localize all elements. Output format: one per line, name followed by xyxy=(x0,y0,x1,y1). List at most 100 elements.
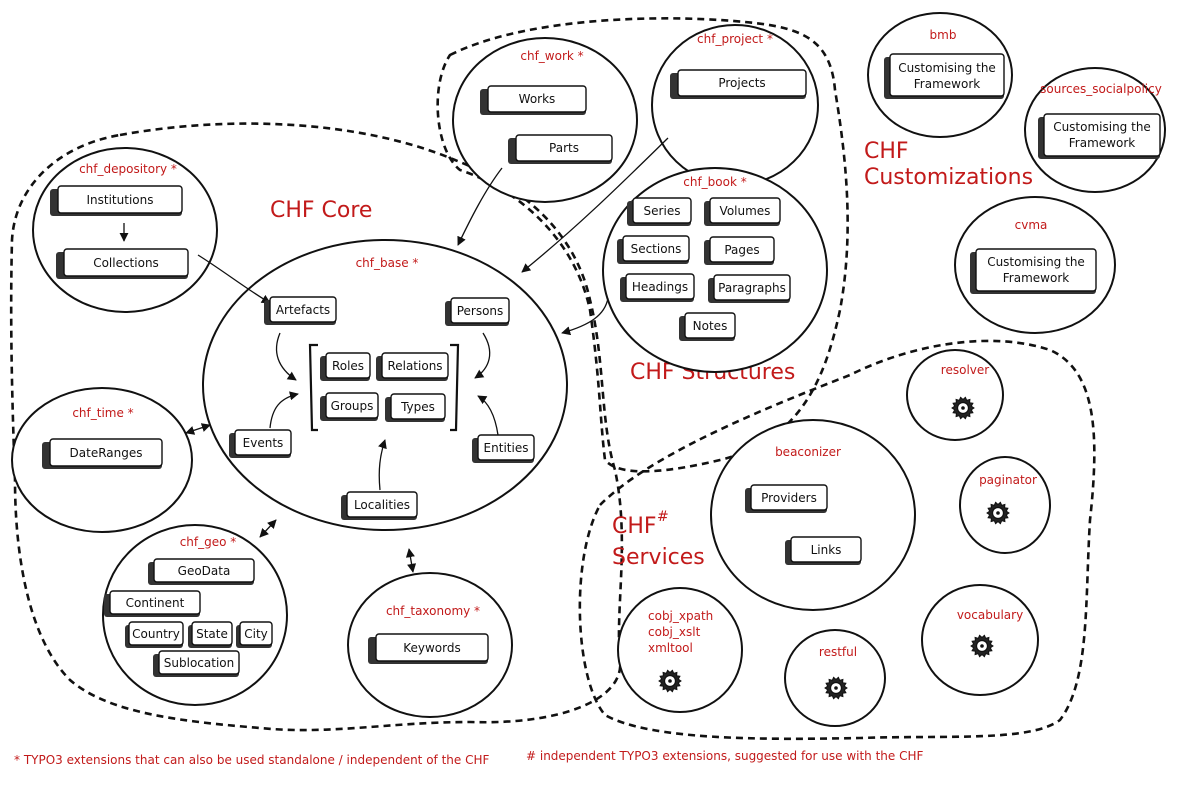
beaconizer-title: beaconizer xyxy=(775,445,841,459)
box-localities: Localities xyxy=(341,491,418,520)
restful-title: restful xyxy=(819,645,857,659)
box-bmb-line1: Customising the xyxy=(898,61,996,75)
customizations-title-line2: Customizations xyxy=(864,165,1033,190)
box-relations-label: Relations xyxy=(387,359,442,373)
box-types-label: Types xyxy=(400,400,435,414)
box-city: City xyxy=(236,621,273,648)
chf-depository-title: chf_depository * xyxy=(79,162,177,176)
box-cvma-line1: Customising the xyxy=(987,255,1085,269)
arrow-book-base xyxy=(561,297,609,336)
box-dateranges: DateRanges xyxy=(42,438,163,469)
box-types: Types xyxy=(385,393,446,422)
box-persons-label: Persons xyxy=(457,304,504,318)
cobj-title-line2: cobj_xslt xyxy=(648,625,701,639)
box-notes-label: Notes xyxy=(693,319,728,333)
box-geodata: GeoData xyxy=(148,558,255,585)
box-geodata-label: GeoData xyxy=(178,564,231,578)
box-institutions-label: Institutions xyxy=(87,193,154,207)
box-keywords-label: Keywords xyxy=(403,641,461,655)
box-pages: Pages xyxy=(704,236,775,265)
box-sublocation-label: Sublocation xyxy=(164,656,234,670)
box-roles: Roles xyxy=(320,352,371,381)
cobj-title-line1: cobj_xpath xyxy=(648,609,713,623)
box-sources-line2: Framework xyxy=(1069,136,1135,150)
footnote-independent: # independent TYPO3 extensions, suggeste… xyxy=(526,749,924,763)
customizations-title-line1: CHF xyxy=(864,139,909,164)
chf-project-circle xyxy=(651,24,819,186)
box-entities: Entities xyxy=(472,434,535,463)
box-parts-label: Parts xyxy=(549,141,579,155)
architecture-diagram: CHF Core CHF Structures CHF Customizatio… xyxy=(9,12,1166,767)
cvma-title: cvma xyxy=(1015,218,1048,232)
chf-base-title: chf_base * xyxy=(356,256,419,270)
box-state: State xyxy=(188,621,233,648)
box-persons: Persons xyxy=(445,297,510,326)
box-sources-line1: Customising the xyxy=(1053,120,1151,134)
chf-project-title: chf_project * xyxy=(697,32,773,46)
box-links-label: Links xyxy=(811,543,842,557)
box-providers: Providers xyxy=(745,484,828,513)
chf-work-title: chf_work * xyxy=(520,49,583,63)
chf-taxonomy-title: chf_taxonomy * xyxy=(386,604,480,618)
box-continent-label: Continent xyxy=(126,596,185,610)
paginator-title: paginator xyxy=(979,473,1037,487)
box-collections: Collections xyxy=(56,248,189,279)
services-title-line1: CHF xyxy=(612,514,657,539)
box-state-label: State xyxy=(196,627,228,641)
box-projects: Projects xyxy=(670,69,807,99)
box-headings: Headings xyxy=(620,273,695,302)
box-sections-label: Sections xyxy=(631,242,682,256)
box-institutions: Institutions xyxy=(50,185,183,216)
arrow-taxonomy-base xyxy=(405,548,417,573)
services-title-line2: Services xyxy=(612,545,705,570)
box-country-label: Country xyxy=(132,627,180,641)
box-bmb-line2: Framework xyxy=(914,77,980,91)
box-works: Works xyxy=(480,85,587,115)
box-continent: Continent xyxy=(104,590,201,617)
box-paragraphs-label: Paragraphs xyxy=(718,281,786,295)
footnote-standalone: * TYPO3 extensions that can also be used… xyxy=(14,753,489,767)
box-keywords: Keywords xyxy=(368,633,489,664)
box-sources-customising: Customising the Framework xyxy=(1038,113,1161,159)
box-volumes-label: Volumes xyxy=(720,204,771,218)
box-relations: Relations xyxy=(376,352,449,381)
box-projects-label: Projects xyxy=(718,76,765,90)
box-series-label: Series xyxy=(644,204,681,218)
box-sections: Sections xyxy=(617,235,690,264)
sources-socialpolicy-title: sources_socialpolicy xyxy=(1040,82,1162,96)
chf-base-circle xyxy=(202,239,568,531)
box-headings-label: Headings xyxy=(632,280,688,294)
box-events: Events xyxy=(229,429,292,458)
resolver-title: resolver xyxy=(941,363,989,377)
box-parts: Parts xyxy=(508,134,613,164)
services-title-superscript: # xyxy=(657,509,669,525)
box-bmb-customising: Customising the Framework xyxy=(884,53,1005,99)
box-cvma-customising: Customising the Framework xyxy=(970,248,1097,294)
box-artefacts-label: Artefacts xyxy=(276,303,330,317)
box-dateranges-label: DateRanges xyxy=(70,446,143,460)
box-volumes: Volumes xyxy=(704,197,781,226)
arrow-time-base xyxy=(185,423,211,435)
chf-geo-title: chf_geo * xyxy=(180,535,237,549)
box-paragraphs: Paragraphs xyxy=(708,274,791,303)
box-groups-label: Groups xyxy=(331,399,374,413)
box-series: Series xyxy=(627,197,692,226)
box-groups: Groups xyxy=(320,392,379,421)
box-country: Country xyxy=(125,621,184,648)
box-roles-label: Roles xyxy=(332,359,364,373)
vocabulary-title: vocabulary xyxy=(957,608,1023,622)
chf-book-title: chf_book * xyxy=(683,175,747,189)
box-works-label: Works xyxy=(519,92,556,106)
cobj-title-line3: xmltool xyxy=(648,641,693,655)
box-sublocation: Sublocation xyxy=(153,650,240,677)
box-entities-label: Entities xyxy=(484,441,529,455)
bmb-title: bmb xyxy=(930,28,957,42)
box-city-label: City xyxy=(244,627,268,641)
box-artefacts: Artefacts xyxy=(264,296,337,325)
box-localities-label: Localities xyxy=(354,498,410,512)
box-cvma-line2: Framework xyxy=(1003,271,1069,285)
box-pages-label: Pages xyxy=(724,243,759,257)
box-providers-label: Providers xyxy=(761,491,817,505)
arrow-geo-base xyxy=(259,519,277,538)
core-group-title: CHF Core xyxy=(270,198,372,223)
